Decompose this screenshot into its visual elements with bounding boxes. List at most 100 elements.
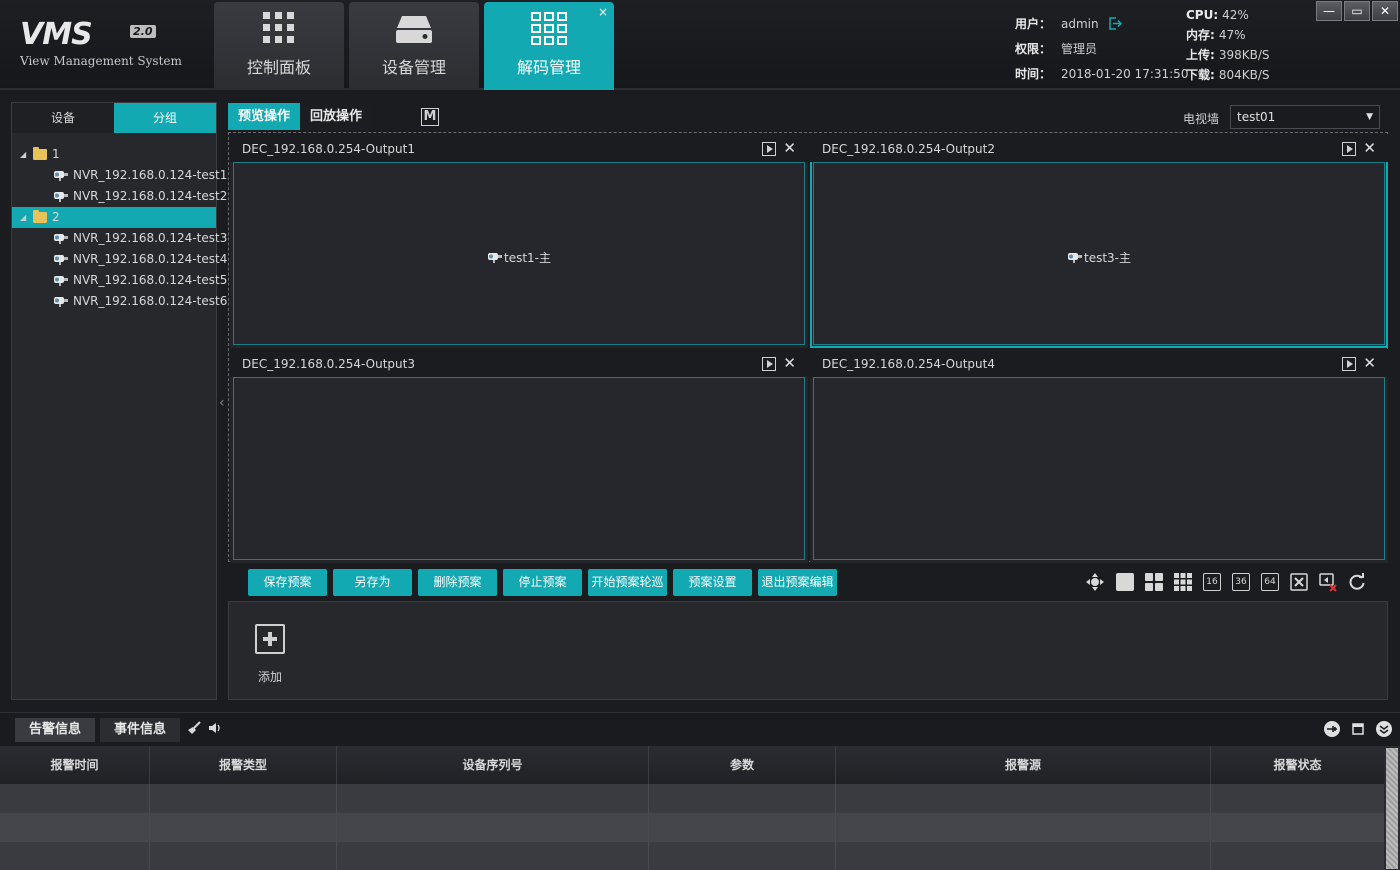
add-icon[interactable] (255, 624, 285, 654)
camera-icon (487, 253, 502, 263)
expand-arrow-icon[interactable]: ◢ (20, 207, 26, 228)
column-header[interactable]: 参数 (649, 746, 836, 784)
tree-device[interactable]: NVR_192.168.0.124-test1 (12, 165, 227, 186)
layout-1-icon[interactable] (1115, 572, 1135, 592)
vms-app: VMS 2.0 View Management System 控制面板 设备管理 (0, 0, 1400, 870)
video-cell[interactable]: DEC_192.168.0.254-Output1 ✕ test1-主 (230, 134, 808, 348)
logo-version: 2.0 (130, 25, 156, 38)
broom-clear-icon[interactable] (186, 721, 202, 735)
save-plan-button[interactable]: 保存预案 (248, 569, 327, 596)
tab-playback[interactable]: 回放操作 (300, 103, 373, 130)
layout-4-icon[interactable] (1144, 572, 1164, 592)
column-header[interactable]: 报警源 (836, 746, 1211, 784)
close-icon[interactable]: ✕ (783, 354, 796, 372)
plan-settings-button[interactable]: 预案设置 (673, 569, 752, 596)
table-cell (150, 784, 337, 813)
camera-icon (54, 192, 68, 202)
exit-plan-edit-button[interactable]: 退出预案编辑 (758, 569, 837, 596)
table-row[interactable] (0, 784, 1384, 813)
layout-9-icon[interactable] (1173, 572, 1193, 592)
tree-device[interactable]: NVR_192.168.0.124-test4 (12, 249, 227, 270)
stop-plan-button[interactable]: 停止预案 (503, 569, 582, 596)
tree-device[interactable]: NVR_192.168.0.124-test5 (12, 270, 227, 291)
alarm-tabs: 告警信息 事件信息 (15, 718, 180, 742)
table-row[interactable] (0, 813, 1384, 842)
expand-arrow-icon[interactable]: ◢ (20, 144, 26, 165)
video-cell-body[interactable]: test3-主 (813, 162, 1385, 345)
ptz-direction-icon[interactable] (1085, 572, 1105, 592)
table-cell (1211, 842, 1384, 870)
time-key: 时间： (1015, 67, 1052, 81)
logout-icon[interactable] (1108, 17, 1123, 30)
device-panel: 设备 分组 ◢ 1 NVR_192.168.0.124-test1 NVR_19… (11, 102, 227, 700)
tab-preview[interactable]: 预览操作 (228, 103, 301, 130)
minimize-button[interactable]: — (1316, 1, 1342, 21)
table-cell (150, 813, 337, 842)
layout-64-icon[interactable]: 64 (1261, 573, 1279, 591)
close-icon[interactable]: × (598, 5, 608, 19)
restore-button[interactable]: ▭ (1344, 1, 1370, 21)
table-row[interactable] (0, 842, 1384, 870)
tab-device[interactable]: 设备 (12, 103, 114, 133)
speaker-icon[interactable] (208, 721, 222, 735)
column-header[interactable]: 报警时间 (0, 746, 150, 784)
output-title: DEC_192.168.0.254-Output1 (242, 142, 415, 156)
play-icon[interactable] (762, 357, 776, 371)
play-icon[interactable] (1342, 357, 1356, 371)
device-drive-icon (396, 16, 432, 43)
close-button[interactable]: ✕ (1372, 1, 1398, 21)
delete-plan-button[interactable]: 删除预案 (418, 569, 497, 596)
pin-icon[interactable] (1324, 721, 1340, 737)
video-wall-grid: DEC_192.168.0.254-Output1 ✕ test1-主 DEC_… (228, 132, 1388, 563)
table-cell (836, 813, 1211, 842)
video-cell-body[interactable] (233, 377, 805, 560)
tab-alarm-info[interactable]: 告警信息 (15, 718, 95, 742)
tree-group-2[interactable]: ◢ 2 (12, 207, 216, 228)
collapse-panel-icon[interactable]: ‹ (219, 395, 225, 411)
video-cell[interactable]: DEC_192.168.0.254-Output3 ✕ (230, 349, 808, 563)
save-as-button[interactable]: 另存为 (333, 569, 412, 596)
vertical-scrollbar[interactable] (1384, 746, 1400, 870)
play-icon[interactable] (1342, 142, 1356, 156)
tv-wall-select[interactable]: test01 ▼ (1230, 105, 1380, 129)
tab-event-info[interactable]: 事件信息 (100, 718, 180, 742)
table-cell (0, 842, 150, 870)
collapse-panel-icon[interactable] (1376, 721, 1392, 737)
nav-tab-device-management[interactable]: 设备管理 (349, 2, 479, 90)
maximize-panel-icon[interactable] (1350, 721, 1366, 737)
disconnect-screen-icon[interactable] (1318, 572, 1338, 592)
start-plan-tour-button[interactable]: 开始预案轮巡 (588, 569, 667, 596)
nav-tab-decode-management[interactable]: 解码管理 × (484, 2, 614, 90)
video-cell-body[interactable]: test1-主 (233, 162, 805, 345)
tab-group[interactable]: 分组 (114, 103, 216, 133)
table-cell (649, 813, 836, 842)
close-icon[interactable]: ✕ (1363, 354, 1376, 372)
folder-icon (33, 210, 47, 223)
video-cell-body[interactable] (813, 377, 1385, 560)
group-label: 2 (52, 210, 60, 224)
video-cell[interactable]: DEC_192.168.0.254-Output4 ✕ (810, 349, 1388, 563)
time-value: 2018-01-20 17:31:50 (1061, 67, 1189, 81)
table-cell (337, 842, 649, 870)
tree-device[interactable]: NVR_192.168.0.124-test6 (12, 291, 227, 312)
column-header[interactable]: 报警状态 (1211, 746, 1384, 784)
column-header[interactable]: 报警类型 (150, 746, 337, 784)
scrollbar-thumb[interactable] (1386, 748, 1398, 869)
clear-screen-icon[interactable] (1289, 572, 1309, 592)
refresh-icon[interactable] (1347, 572, 1367, 592)
tree-group-1[interactable]: ◢ 1 (12, 144, 216, 165)
layout-16-icon[interactable]: 16 (1203, 573, 1221, 591)
tree-device[interactable]: NVR_192.168.0.124-test3 (12, 228, 227, 249)
close-icon[interactable]: ✕ (1363, 139, 1376, 157)
tree-device[interactable]: NVR_192.168.0.124-test2 (12, 186, 227, 207)
nav-tab-control-panel[interactable]: 控制面板 (214, 2, 344, 90)
column-header[interactable]: 设备序列号 (337, 746, 649, 784)
device-label: NVR_192.168.0.124-test5 (73, 273, 228, 287)
logo: VMS 2.0 View Management System (20, 20, 200, 70)
add-label[interactable]: 添加 (258, 668, 282, 685)
play-icon[interactable] (762, 142, 776, 156)
layout-36-icon[interactable]: 36 (1232, 573, 1250, 591)
m-mode-icon[interactable]: M (421, 108, 439, 126)
close-icon[interactable]: ✕ (783, 139, 796, 157)
video-cell[interactable]: DEC_192.168.0.254-Output2 ✕ test3-主 (810, 134, 1388, 348)
